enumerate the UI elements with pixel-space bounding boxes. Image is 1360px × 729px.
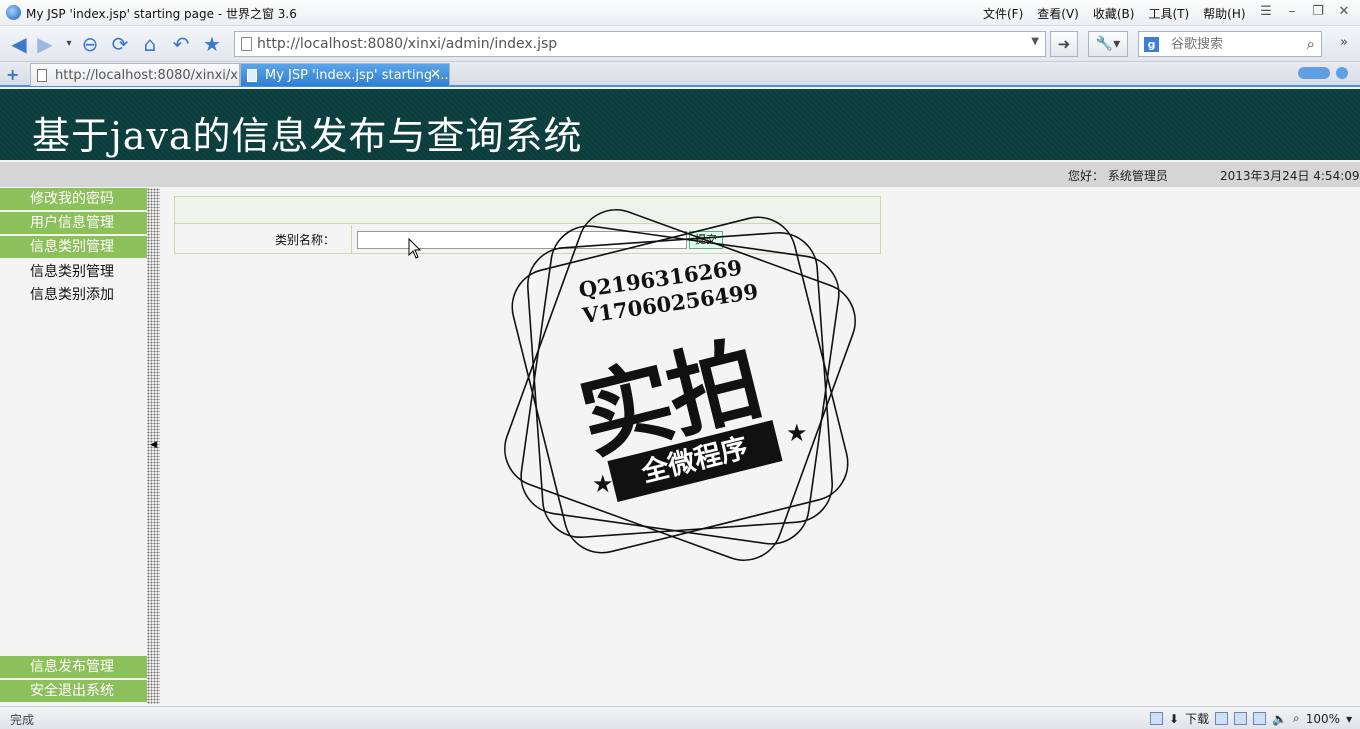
nav-toolbar: ◀ ▶ ▾ ⊖ ⟳ ⌂ ↶ ★ ▼ ➜ 🔧▾ g ⌕ »: [0, 26, 1360, 62]
search-box[interactable]: g ⌕: [1138, 31, 1322, 57]
close-icon[interactable]: ✕: [1336, 3, 1352, 21]
google-icon[interactable]: g: [1144, 37, 1159, 52]
sidebar-item-publish-management[interactable]: 信息发布管理: [0, 656, 147, 678]
sidebar: 修改我的密码 用户信息管理 信息类别管理 信息类别管理 信息类别添加 信息发布管…: [0, 188, 147, 704]
sidebar-splitter[interactable]: ◀: [147, 188, 160, 704]
go-button[interactable]: ➜: [1050, 31, 1078, 57]
more-chevron-icon[interactable]: »: [1340, 35, 1348, 50]
favorites-star-icon[interactable]: ★: [199, 31, 225, 57]
page-icon: [241, 37, 252, 51]
sidebar-subitem-category-list[interactable]: 信息类别管理: [30, 261, 114, 281]
zoom-level[interactable]: 100%: [1306, 712, 1340, 726]
sidebar-item-category-management[interactable]: 信息类别管理: [0, 236, 147, 258]
tab-scroll-icon[interactable]: [1298, 67, 1330, 79]
menu-help[interactable]: 帮助(H): [1203, 5, 1245, 22]
menu-favorites[interactable]: 收藏(B): [1093, 5, 1135, 22]
category-name-label: 类别名称：: [274, 233, 335, 247]
status-bar: 完成 ⬇ 下载 🔈 ⌕ 100% ▾: [0, 706, 1360, 729]
mouse-cursor-icon: [408, 238, 422, 259]
window-title: My JSP 'index.jsp' starting page - 世界之窗 …: [26, 7, 297, 21]
url-dropdown-icon[interactable]: ▼: [1031, 36, 1039, 47]
zoom-dropdown-icon[interactable]: ▾: [1346, 712, 1352, 726]
star-icon: ★: [592, 470, 614, 498]
menu-tools[interactable]: 工具(T): [1148, 5, 1189, 22]
system-title: 基于java的信息发布与查询系统: [32, 114, 583, 158]
address-bar[interactable]: ▼: [234, 31, 1046, 57]
page-icon: [37, 69, 47, 82]
download-label[interactable]: 下载: [1185, 710, 1209, 727]
tab-scroll-controls: [1298, 67, 1348, 79]
menu-bar: 文件(F) 查看(V) 收藏(B) 工具(T) 帮助(H): [983, 5, 1246, 22]
restore-icon[interactable]: ❐: [1310, 3, 1326, 21]
refresh-icon[interactable]: ⟳: [107, 31, 133, 57]
sidebar-toggle-icon[interactable]: ☰: [1258, 3, 1274, 21]
url-input[interactable]: [257, 34, 1017, 54]
tab-bar: + http://localhost:8080/xinxi/xin... My …: [0, 62, 1360, 87]
title-bar: My JSP 'index.jsp' starting page - 世界之窗 …: [0, 0, 1360, 26]
tab-label: My JSP 'index.jsp' starting ...: [265, 68, 449, 83]
minimize-icon[interactable]: –: [1284, 3, 1300, 21]
welcome-text: 您好： 系统管理员: [1068, 169, 1168, 183]
page-icon: [247, 69, 257, 82]
menu-file[interactable]: 文件(F): [983, 5, 1023, 22]
page-info-icon[interactable]: [1150, 712, 1163, 725]
print-icon[interactable]: [1234, 712, 1248, 725]
zoom-icon[interactable]: ⌕: [1293, 711, 1300, 726]
search-input[interactable]: [1171, 35, 1291, 54]
volume-icon[interactable]: 🔈: [1272, 712, 1287, 726]
sidebar-item-change-password[interactable]: 修改我的密码: [0, 188, 147, 210]
window-controls: ☰ – ❐ ✕: [1258, 3, 1352, 21]
label-cell: 类别名称：: [175, 225, 352, 253]
search-icon[interactable]: ⌕: [1307, 35, 1315, 53]
menu-view[interactable]: 查看(V): [1037, 5, 1079, 22]
reader-icon[interactable]: [1215, 712, 1229, 725]
back-icon[interactable]: ◀: [6, 31, 32, 57]
watermark-stamp: Q2196316269 V17060256499 实拍 全微程序 ★ ★: [500, 205, 860, 565]
tab-label: http://localhost:8080/xinxi/xin...: [55, 68, 239, 83]
forward-icon[interactable]: ▶: [32, 31, 58, 57]
sidebar-subitem-category-add[interactable]: 信息类别添加: [30, 284, 114, 304]
tab-menu-icon[interactable]: [1336, 67, 1348, 79]
undo-close-icon[interactable]: ↶: [168, 31, 194, 57]
collapse-arrow-icon[interactable]: ◀: [150, 440, 157, 450]
browser-logo-icon: [6, 5, 21, 20]
status-icons: ⬇ 下载 🔈 ⌕ 100% ▾: [1150, 710, 1352, 727]
status-text: 完成: [10, 713, 35, 727]
datetime-text: 2013年3月24日 4:54:09: [1220, 169, 1360, 183]
star-icon: ★: [786, 419, 808, 447]
sidebar-item-logout[interactable]: 安全退出系统: [0, 680, 147, 702]
sidebar-item-user-management[interactable]: 用户信息管理: [0, 212, 147, 234]
home-icon[interactable]: ⌂: [137, 31, 163, 57]
tab-close-icon[interactable]: ✕: [430, 67, 441, 82]
tab-localhost[interactable]: http://localhost:8080/xinxi/xin...: [30, 63, 240, 86]
page-banner: 基于java的信息发布与查询系统: [0, 89, 1360, 160]
stop-icon[interactable]: ⊖: [77, 31, 103, 57]
user-info-bar: 您好： 系统管理员 2013年3月24日 4:54:09: [0, 162, 1360, 187]
browser-window: { "window": { "title": "My JSP 'index.js…: [0, 0, 1360, 729]
tools-wrench-button[interactable]: 🔧▾: [1088, 31, 1128, 57]
download-icon[interactable]: ⬇: [1169, 712, 1179, 726]
tab-active-index[interactable]: My JSP 'index.jsp' starting ... ✕: [240, 63, 450, 86]
screenshot-icon[interactable]: [1253, 712, 1267, 725]
new-tab-icon[interactable]: +: [6, 65, 19, 84]
